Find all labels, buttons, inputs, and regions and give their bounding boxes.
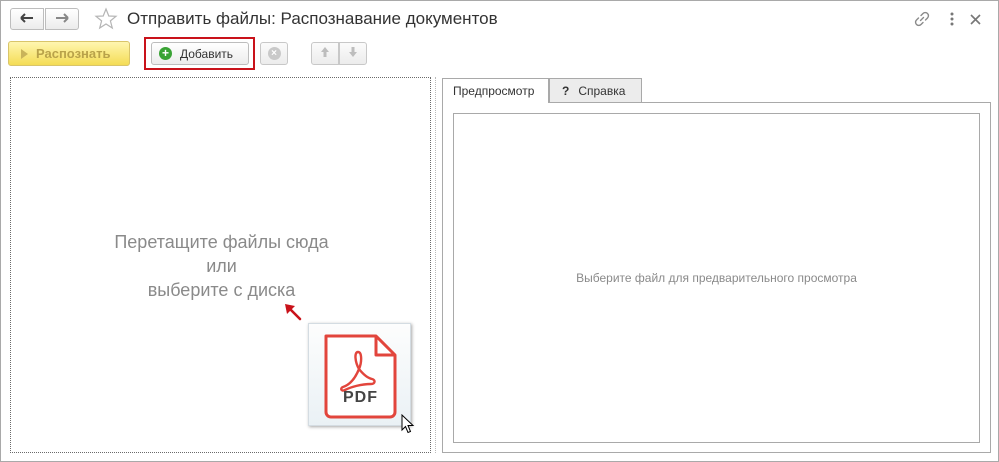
preview-tab-panel: Выберите файл для предварительного просм… (442, 102, 991, 453)
panel-splitter[interactable] (435, 77, 436, 453)
play-icon (21, 48, 28, 59)
favorite-star-icon[interactable] (94, 7, 118, 36)
preview-placeholder: Выберите файл для предварительного просм… (576, 271, 857, 285)
app-window: Отправить файлы: Распознавание документо… (0, 0, 999, 462)
arrow-down-icon (348, 45, 358, 63)
link-icon[interactable] (913, 10, 931, 28)
close-icon[interactable] (966, 10, 984, 28)
drop-line-3[interactable]: выберите с диска (11, 278, 432, 302)
recognize-button[interactable]: Распознать (8, 41, 130, 66)
pdf-label: PDF (343, 389, 378, 406)
question-icon: ? (562, 83, 570, 98)
pdf-file-card[interactable]: PDF (308, 323, 411, 426)
mouse-cursor-icon (401, 413, 415, 439)
tab-help-label: Справка (578, 83, 626, 98)
pointer-arrow-icon (284, 303, 302, 326)
pdf-file-icon (309, 334, 412, 431)
drop-line-1: Перетащите файлы сюда (114, 232, 329, 252)
drop-line-2: или (206, 256, 237, 276)
arrow-right-icon (55, 10, 69, 28)
arrow-up-icon (320, 45, 330, 63)
add-label: Добавить (180, 46, 234, 61)
tab-preview[interactable]: Предпросмотр (442, 78, 549, 103)
move-up-button[interactable] (311, 42, 339, 65)
recognize-label: Распознать (36, 46, 111, 61)
back-button[interactable] (10, 8, 44, 30)
forward-button[interactable] (45, 8, 79, 30)
tab-help[interactable]: ? Справка (549, 78, 642, 102)
move-down-button[interactable] (339, 42, 367, 65)
drop-instructions: Перетащите файлы сюда или выберите с дис… (11, 230, 432, 302)
preview-area: Выберите файл для предварительного просм… (453, 113, 980, 443)
circle-x-icon: × (267, 47, 281, 60)
vertical-ellipsis-icon[interactable] (943, 10, 961, 28)
plus-circle-icon: + (159, 47, 172, 60)
add-button[interactable]: + Добавить (151, 42, 249, 65)
window-title: Отправить файлы: Распознавание документо… (127, 9, 498, 28)
delete-button[interactable]: × (260, 42, 288, 65)
tab-preview-label: Предпросмотр (453, 84, 535, 98)
arrow-left-icon (20, 10, 34, 28)
